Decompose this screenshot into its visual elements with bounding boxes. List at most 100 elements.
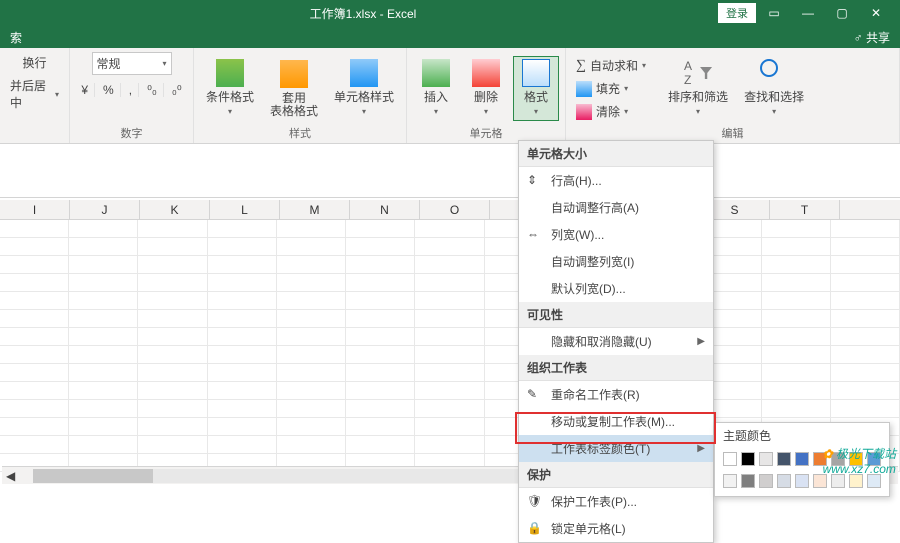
cell[interactable] xyxy=(415,328,484,346)
cell[interactable] xyxy=(762,364,831,382)
cell[interactable] xyxy=(208,220,277,238)
color-swatch[interactable] xyxy=(741,452,755,466)
cell[interactable] xyxy=(346,238,415,256)
cell[interactable] xyxy=(138,346,207,364)
menu-tab-color[interactable]: 工作表标签颜色(T)▶ xyxy=(519,435,713,462)
increase-decimal-button[interactable]: ⁰₀ xyxy=(141,83,164,97)
cell[interactable] xyxy=(138,238,207,256)
cell[interactable] xyxy=(831,346,900,364)
cell[interactable] xyxy=(208,310,277,328)
cell[interactable] xyxy=(762,238,831,256)
cell[interactable] xyxy=(277,346,346,364)
cell[interactable] xyxy=(831,328,900,346)
col-header[interactable]: M xyxy=(280,200,350,219)
ribbon-options-icon[interactable]: ▭ xyxy=(758,0,790,26)
menu-hide-unhide[interactable]: 隐藏和取消隐藏(U)▶ xyxy=(519,328,713,355)
cell[interactable] xyxy=(277,418,346,436)
col-header[interactable]: L xyxy=(210,200,280,219)
cell[interactable] xyxy=(0,400,69,418)
color-swatch[interactable] xyxy=(795,452,809,466)
cell[interactable] xyxy=(277,382,346,400)
cell[interactable] xyxy=(346,274,415,292)
menu-rename-sheet[interactable]: ✎重命名工作表(R) xyxy=(519,381,713,408)
cell[interactable] xyxy=(138,292,207,310)
cell[interactable] xyxy=(138,436,207,454)
cell[interactable] xyxy=(69,400,138,418)
cell[interactable] xyxy=(415,346,484,364)
cell[interactable] xyxy=(831,256,900,274)
percent-button[interactable]: % xyxy=(97,83,121,97)
cell[interactable] xyxy=(415,256,484,274)
cell[interactable] xyxy=(69,418,138,436)
color-swatch[interactable] xyxy=(759,452,773,466)
cell[interactable] xyxy=(346,292,415,310)
cell[interactable] xyxy=(208,292,277,310)
cell[interactable] xyxy=(277,436,346,454)
cell[interactable] xyxy=(346,400,415,418)
cell[interactable] xyxy=(138,382,207,400)
cell[interactable] xyxy=(346,310,415,328)
cell[interactable] xyxy=(415,400,484,418)
cell[interactable] xyxy=(0,220,69,238)
menu-lock-cell[interactable]: 🔒锁定单元格(L) xyxy=(519,515,713,542)
cell[interactable] xyxy=(346,346,415,364)
cell[interactable] xyxy=(415,238,484,256)
cell[interactable] xyxy=(277,256,346,274)
cell[interactable] xyxy=(138,400,207,418)
close-icon[interactable]: ✕ xyxy=(860,0,892,26)
cell[interactable] xyxy=(277,310,346,328)
menu-row-height[interactable]: ⇕行高(H)... xyxy=(519,167,713,194)
cell[interactable] xyxy=(346,436,415,454)
color-swatch[interactable] xyxy=(723,452,737,466)
cell[interactable] xyxy=(346,382,415,400)
cell[interactable] xyxy=(277,238,346,256)
scroll-thumb[interactable] xyxy=(33,469,153,483)
find-select-button[interactable]: 查找和选择▾ xyxy=(738,57,810,120)
col-header[interactable]: N xyxy=(350,200,420,219)
cell[interactable] xyxy=(277,328,346,346)
cell[interactable] xyxy=(277,220,346,238)
cell[interactable] xyxy=(138,274,207,292)
cell[interactable] xyxy=(208,346,277,364)
cell[interactable] xyxy=(208,418,277,436)
cell[interactable] xyxy=(277,292,346,310)
maximize-icon[interactable]: ▢ xyxy=(826,0,858,26)
cell[interactable] xyxy=(415,220,484,238)
cell[interactable] xyxy=(415,274,484,292)
cell[interactable] xyxy=(762,328,831,346)
col-header[interactable]: T xyxy=(770,200,840,219)
cell[interactable] xyxy=(277,400,346,418)
cell[interactable] xyxy=(0,436,69,454)
cell[interactable] xyxy=(762,274,831,292)
cell[interactable] xyxy=(346,328,415,346)
cell[interactable] xyxy=(0,256,69,274)
cell[interactable] xyxy=(831,220,900,238)
cell-styles-button[interactable]: 单元格样式▾ xyxy=(328,57,400,120)
cell[interactable] xyxy=(415,364,484,382)
autosum-button[interactable]: ∑ 自动求和 ▾ xyxy=(572,55,658,76)
wrap-text-button[interactable]: 换行 xyxy=(18,52,50,73)
format-as-table-button[interactable]: 套用 表格格式 xyxy=(264,58,324,120)
cell[interactable] xyxy=(138,256,207,274)
cell[interactable] xyxy=(762,292,831,310)
cell[interactable] xyxy=(831,274,900,292)
cell[interactable] xyxy=(831,364,900,382)
merge-center-button[interactable]: 并后居中 ▾ xyxy=(6,75,63,113)
minimize-icon[interactable]: — xyxy=(792,0,824,26)
fill-button[interactable]: 填充 ▾ xyxy=(572,78,658,99)
cell[interactable] xyxy=(69,310,138,328)
col-header[interactable]: K xyxy=(140,200,210,219)
cell[interactable] xyxy=(831,400,900,418)
cell[interactable] xyxy=(277,364,346,382)
cell[interactable] xyxy=(0,274,69,292)
cell[interactable] xyxy=(69,346,138,364)
cell[interactable] xyxy=(69,274,138,292)
cell[interactable] xyxy=(831,382,900,400)
color-swatch[interactable] xyxy=(777,452,791,466)
login-button[interactable]: 登录 xyxy=(718,3,756,23)
cell[interactable] xyxy=(762,220,831,238)
cell[interactable] xyxy=(346,220,415,238)
cell[interactable] xyxy=(208,400,277,418)
cell[interactable] xyxy=(138,328,207,346)
cell[interactable] xyxy=(69,292,138,310)
